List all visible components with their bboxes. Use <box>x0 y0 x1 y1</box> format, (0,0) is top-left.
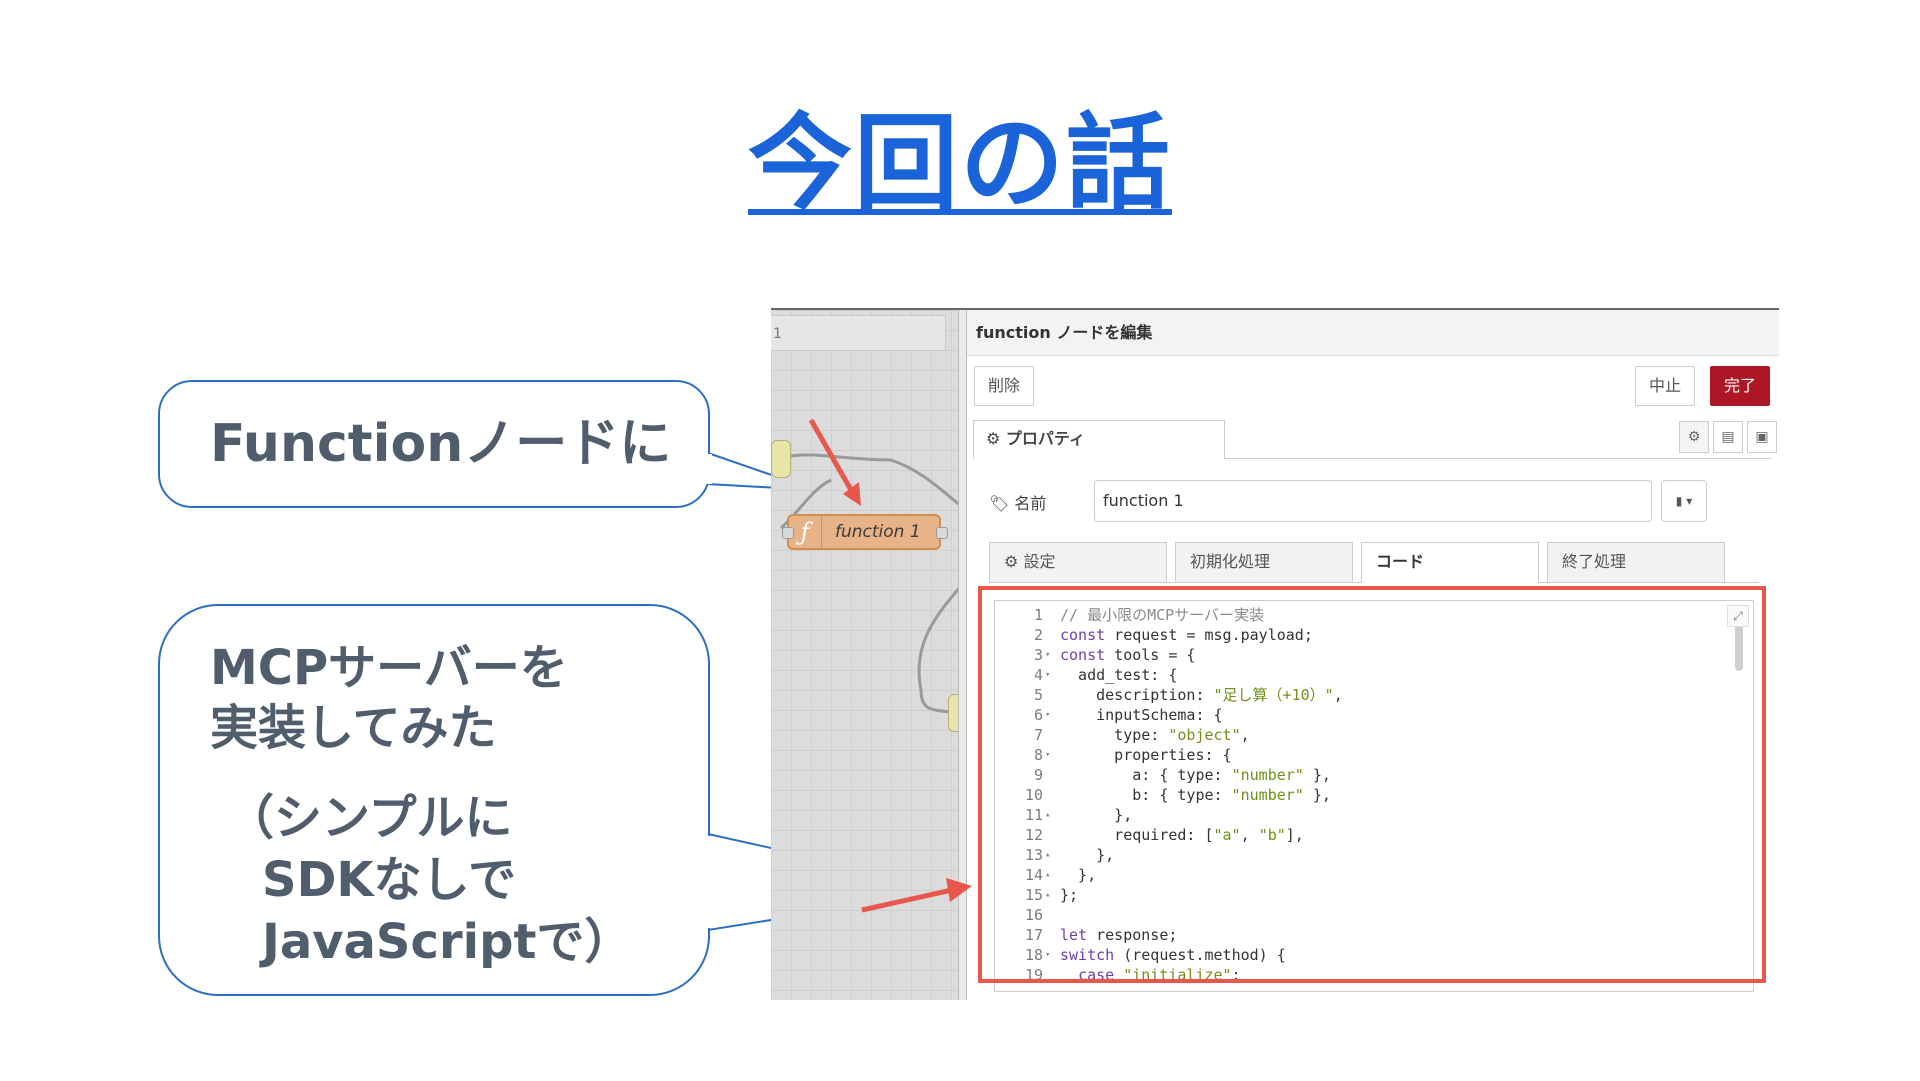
red-arrow-to-code <box>861 878 972 913</box>
